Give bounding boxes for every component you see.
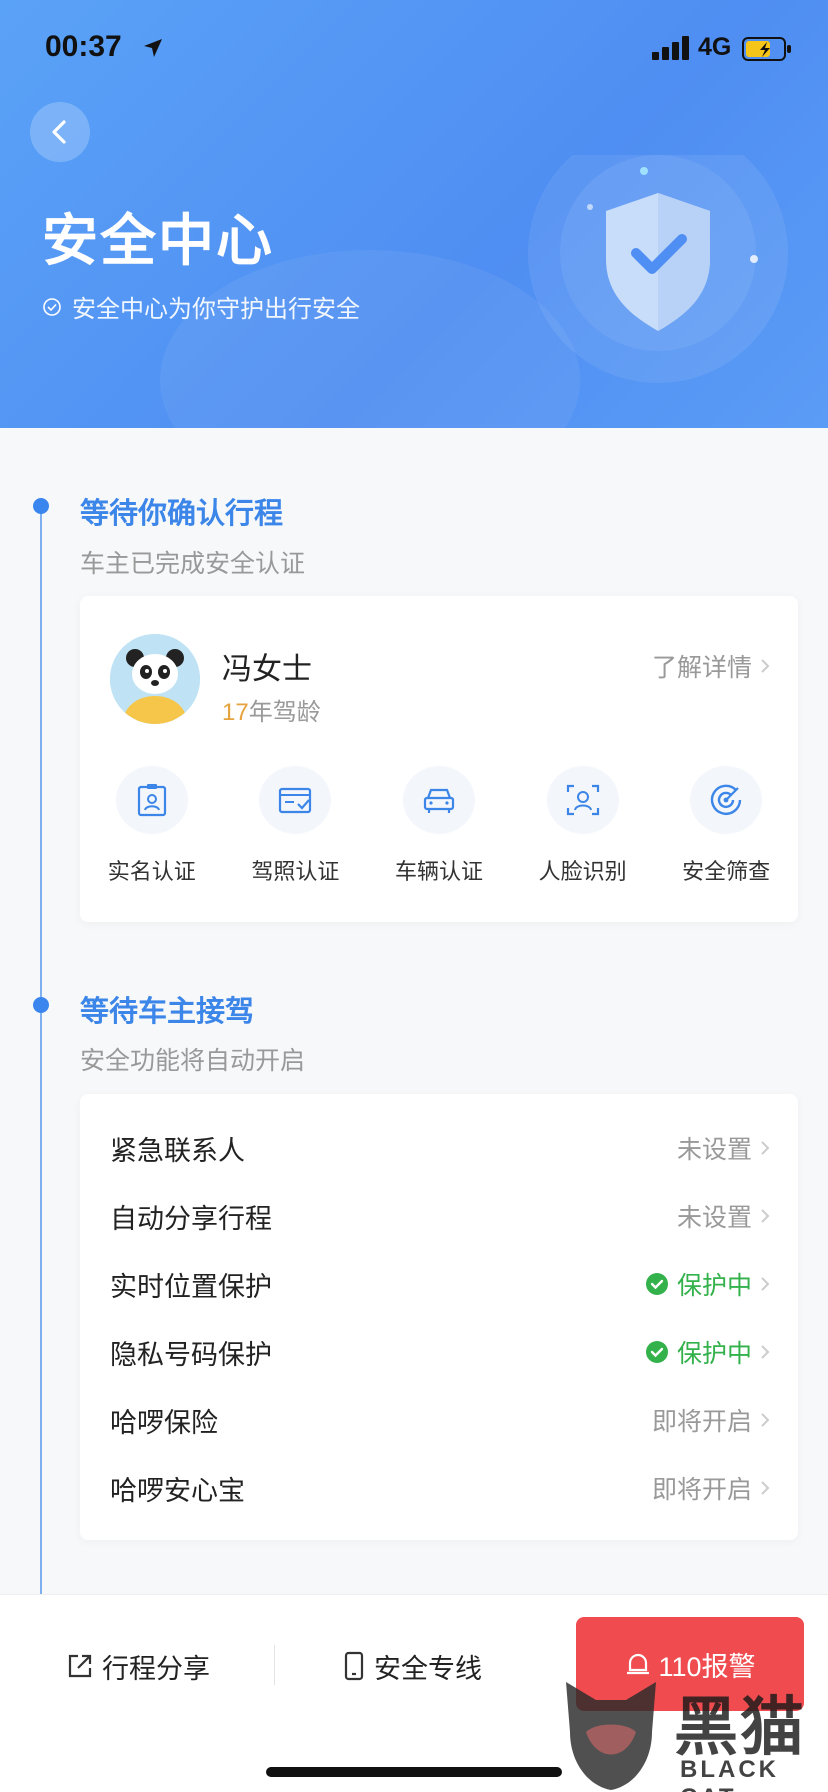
location-arrow-icon	[144, 39, 162, 57]
chevron-left-icon	[52, 120, 66, 144]
network-type: 4G	[698, 33, 732, 61]
share-icon	[68, 1654, 92, 1678]
safety-hotline-label: 安全专线	[374, 1653, 482, 1684]
driver-experience: 17年驾龄	[222, 692, 321, 727]
verify-item-screening[interactable]: 安全筛查	[654, 766, 798, 886]
page-title: 安全中心	[42, 209, 274, 272]
feature-peace-of-mind[interactable]: 哈啰安心宝 即将开启	[80, 1454, 798, 1522]
check-circle-icon	[645, 1273, 668, 1295]
id-card-icon	[115, 766, 188, 834]
section-subtitle-auto-safety: 安全功能将自动开启	[80, 1047, 306, 1075]
safety-hotline-button[interactable]: 安全专线	[342, 1641, 482, 1691]
status-text: 保护中	[676, 1340, 752, 1368]
feature-location-protection[interactable]: 实时位置保护 保护中	[80, 1250, 798, 1318]
share-trip-label: 行程分享	[102, 1653, 210, 1684]
feature-status: 即将开启	[652, 1470, 770, 1506]
car-icon	[402, 766, 475, 834]
panda-avatar-icon	[110, 634, 200, 724]
phone-icon	[344, 1651, 364, 1681]
verify-item-real-name[interactable]: 实名认证	[80, 766, 224, 886]
license-icon	[259, 766, 332, 834]
chevron-right-icon	[761, 659, 770, 673]
driver-years-suffix: 年驾龄	[248, 699, 321, 726]
feature-label: 实时位置保护	[110, 1271, 272, 1302]
feature-privacy-number[interactable]: 隐私号码保护 保护中	[80, 1318, 798, 1386]
section-title-confirm-trip: 等待你确认行程	[80, 498, 284, 530]
status-time: 00:37	[45, 30, 122, 63]
header-banner: 00:37 4G 安全中心 安全中心为你守护出行安全	[0, 0, 828, 428]
divider	[274, 1645, 275, 1685]
status-text: 即将开启	[651, 1476, 752, 1504]
check-circle-icon	[43, 297, 61, 316]
driver-name: 冯女士	[222, 653, 312, 686]
chevron-right-icon	[761, 1413, 770, 1427]
watermark-text: 黑猫	[674, 1691, 806, 1763]
chevron-right-icon	[761, 1209, 770, 1223]
verify-label: 驾照认证	[251, 859, 340, 884]
timeline-dot-1	[33, 498, 49, 514]
safety-features-card: 紧急联系人 未设置 自动分享行程 未设置 实时位置保护 保护中 隐私号码保护 保…	[80, 1094, 798, 1540]
chevron-right-icon	[761, 1141, 770, 1155]
chevron-right-icon	[761, 1277, 770, 1291]
status-text: 未设置	[676, 1136, 752, 1164]
watermark-subtext: BLACK CAT	[680, 1756, 779, 1792]
battery-icon	[742, 37, 791, 61]
section-title-await-pickup: 等待车主接驾	[80, 996, 255, 1028]
feature-auto-share-trip[interactable]: 自动分享行程 未设置	[80, 1182, 798, 1250]
feature-label: 隐私号码保护	[110, 1339, 272, 1370]
signal-icon	[652, 36, 689, 60]
feature-status: 保护中	[645, 1334, 770, 1370]
status-bar: 00:37 4G	[0, 0, 828, 100]
feature-label: 哈啰安心宝	[110, 1475, 245, 1506]
feature-label: 紧急联系人	[110, 1135, 245, 1166]
share-trip-button[interactable]: 行程分享	[66, 1641, 210, 1691]
home-indicator	[266, 1767, 562, 1777]
status-text: 即将开启	[651, 1408, 752, 1436]
status-text: 保护中	[676, 1272, 752, 1300]
section-subtitle-driver-verified: 车主已完成安全认证	[80, 550, 306, 578]
back-button[interactable]	[30, 102, 90, 162]
face-scan-icon	[546, 766, 619, 834]
driver-card: 冯女士 17年驾龄 了解详情 实名认证 驾照认证 车辆认证 人脸识别 安全筛查	[80, 596, 798, 922]
verify-item-license[interactable]: 驾照认证	[224, 766, 368, 886]
feature-label: 自动分享行程	[110, 1203, 272, 1234]
feature-label: 哈啰保险	[110, 1407, 218, 1438]
header-subtitle: 安全中心为你守护出行安全	[42, 289, 360, 324]
feature-insurance[interactable]: 哈啰保险 即将开启	[80, 1386, 798, 1454]
feature-status: 即将开启	[652, 1402, 770, 1438]
subtitle-text: 安全中心为你守护出行安全	[72, 296, 360, 323]
chevron-right-icon	[761, 1481, 770, 1495]
verification-row: 实名认证 驾照认证 车辆认证 人脸识别 安全筛查	[80, 766, 798, 886]
details-link[interactable]: 了解详情	[652, 648, 770, 684]
verify-label: 实名认证	[107, 859, 196, 884]
verify-label: 安全筛查	[682, 859, 771, 884]
timeline-line	[40, 505, 42, 1595]
chevron-right-icon	[761, 1345, 770, 1359]
avatar	[110, 634, 200, 724]
cat-logo-icon	[566, 1682, 656, 1790]
status-text: 未设置	[676, 1204, 752, 1232]
shield-icon	[528, 155, 788, 383]
verify-label: 车辆认证	[394, 859, 483, 884]
feature-status: 未设置	[677, 1130, 770, 1166]
driver-years-number: 17	[222, 699, 249, 726]
details-label: 了解详情	[651, 654, 752, 682]
radar-icon	[690, 766, 763, 834]
verify-label: 人脸识别	[538, 859, 627, 884]
verify-item-face[interactable]: 人脸识别	[511, 766, 655, 886]
watermark: 黑猫 BLACK CAT	[556, 1672, 828, 1792]
feature-status: 保护中	[645, 1266, 770, 1302]
feature-status: 未设置	[677, 1198, 770, 1234]
timeline-dot-2	[33, 997, 49, 1013]
verify-item-vehicle[interactable]: 车辆认证	[367, 766, 511, 886]
check-circle-icon	[645, 1341, 668, 1363]
feature-emergency-contact[interactable]: 紧急联系人 未设置	[80, 1114, 798, 1182]
